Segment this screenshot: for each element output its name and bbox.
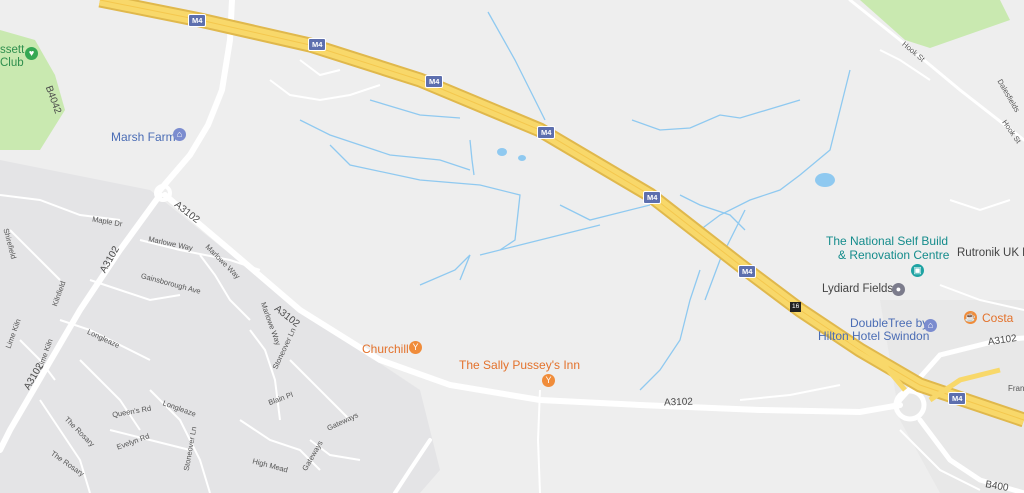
poi-doubletree-line2[interactable]: Hilton Hotel Swindon (818, 330, 929, 342)
poi-self-build-centre-line2[interactable]: & Renovation Centre (838, 249, 949, 261)
place-pin-icon[interactable]: ● (892, 283, 905, 296)
junction-16-marker: 16 (790, 302, 802, 312)
m4-shield: M4 (948, 392, 967, 405)
pond-1 (497, 148, 507, 156)
cafe-cup-icon[interactable]: ☕ (964, 311, 977, 324)
poi-fran-partial: Fran (1008, 384, 1024, 393)
map-canvas[interactable]: M4 M4 M4 M4 M4 M4 M4 16 B4042 A3102 A310… (0, 0, 1024, 493)
m4-shield: M4 (738, 265, 757, 278)
poi-sally-pusseys-inn[interactable]: The Sally Pussey's Inn (459, 359, 580, 371)
poi-doubletree-line1[interactable]: DoubleTree by (850, 317, 928, 329)
park-northeast (860, 0, 1010, 48)
pond-2 (518, 155, 526, 161)
club-pin-icon[interactable]: ♥ (25, 47, 38, 60)
pub-glass-icon[interactable]: Y (409, 341, 422, 354)
pond-3 (815, 173, 835, 187)
m4-shield: M4 (643, 191, 662, 204)
poi-marsh-farm[interactable]: Marsh Farm (111, 131, 176, 143)
m4-shield: M4 (308, 38, 327, 51)
m4-shield: M4 (188, 14, 207, 27)
poi-self-build-centre-line1[interactable]: The National Self Build (826, 235, 948, 247)
pub-glass-icon[interactable]: Y (542, 374, 555, 387)
hotel-bed-icon[interactable]: ⌂ (173, 128, 186, 141)
poi-rutronik[interactable]: Rutronik UK Lt (957, 247, 1024, 260)
m4-shield: M4 (537, 126, 556, 139)
poi-bassett-club[interactable]: ssett Club (0, 44, 24, 70)
poi-lydiard-fields[interactable]: Lydiard Fields (822, 283, 893, 296)
road-label-a3102: A3102 (663, 396, 694, 409)
hotel-bed-icon[interactable]: ⌂ (924, 319, 937, 332)
m4-shield: M4 (425, 75, 444, 88)
shop-bag-icon[interactable]: ▣ (911, 264, 924, 277)
poi-costa[interactable]: Costa (982, 312, 1013, 324)
poi-churchill[interactable]: Churchill (362, 343, 409, 355)
